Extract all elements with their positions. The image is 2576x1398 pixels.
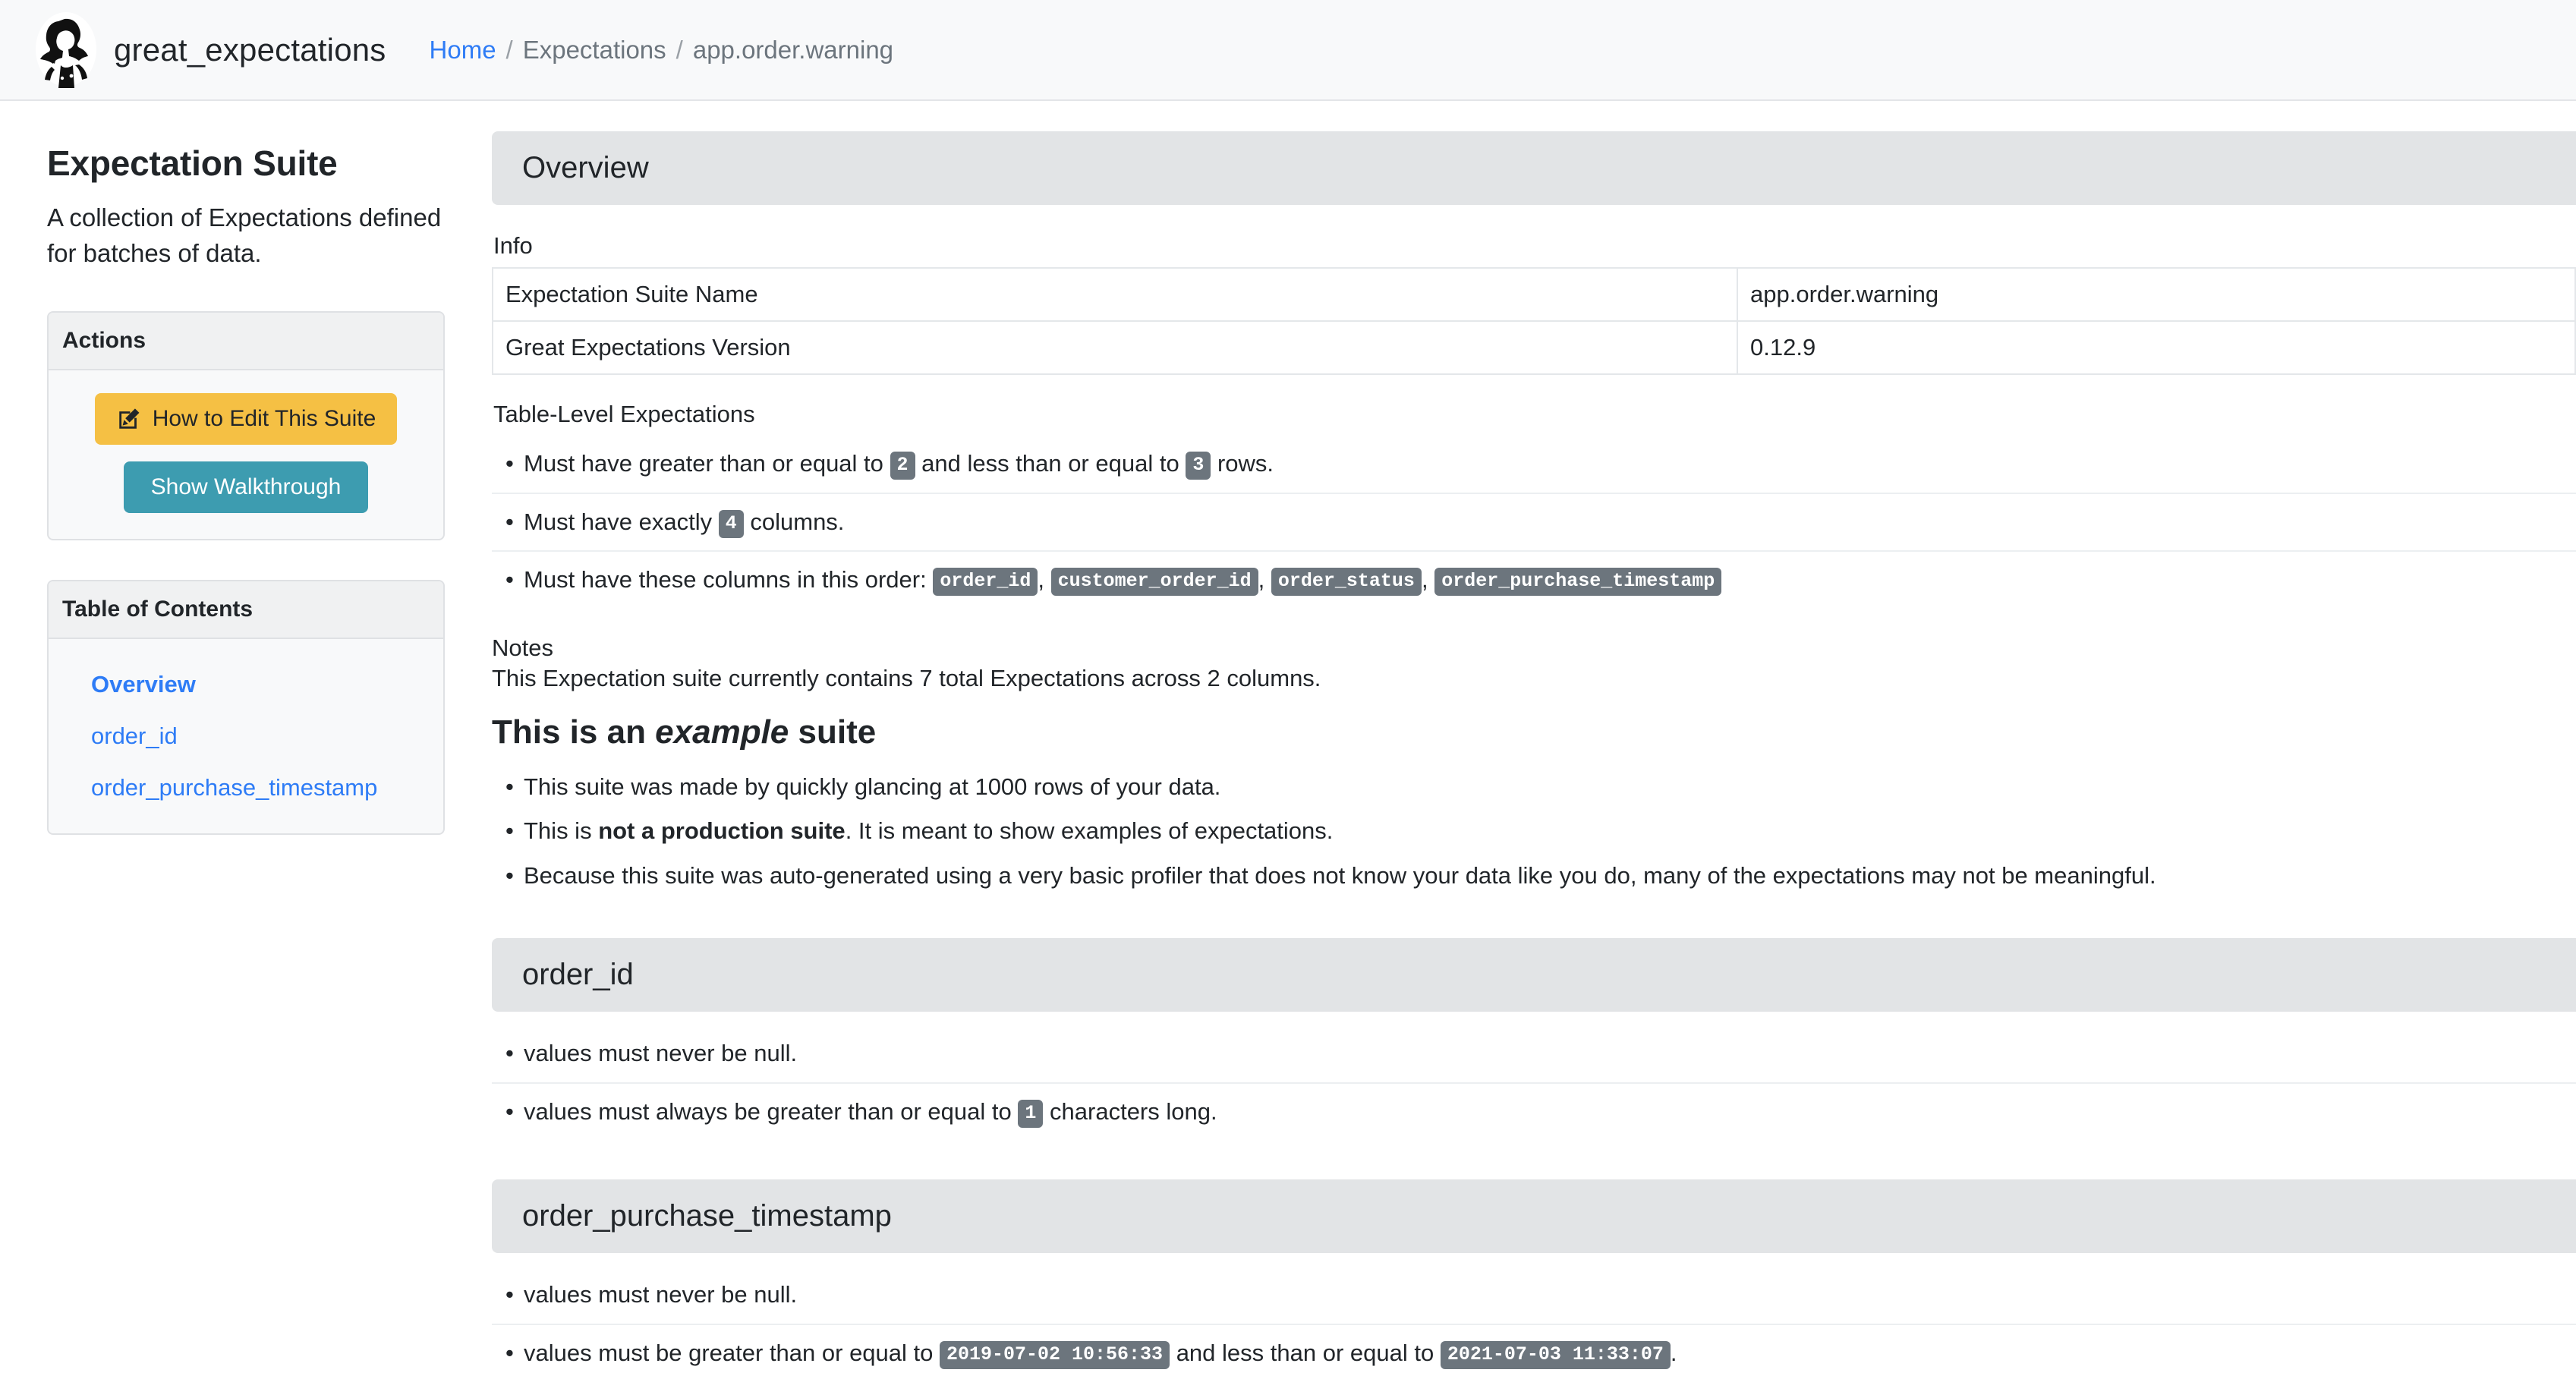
how-to-edit-this-suite-button[interactable]: How to Edit This Suite	[94, 392, 398, 445]
table-level-expectations-list: Must have greater than or equal to 2 and…	[492, 436, 2576, 609]
example-heading-suffix: suite	[789, 713, 877, 751]
comma-2: ,	[1258, 566, 1265, 593]
column-badge-order-purchase-timestamp: order_purchase_timestamp	[1434, 568, 1722, 596]
order-id-section-header: order_id	[492, 938, 2576, 1012]
list-item: values must never be null.	[492, 1025, 2576, 1084]
breadcrumb-current: app.order.warning	[692, 35, 894, 64]
info-table: Expectation Suite Name app.order.warning…	[492, 267, 2576, 375]
list-item: This suite was made by quickly glancing …	[492, 765, 2576, 810]
actions-card-body: How to Edit This Suite Show Walkthrough	[49, 370, 443, 539]
pen-to-square-icon	[118, 408, 140, 429]
row-min-badge: 2	[890, 452, 915, 480]
row-count-middle: and less than or equal to	[921, 450, 1179, 477]
order-purchase-timestamp-section-header: order_purchase_timestamp	[492, 1179, 2576, 1254]
list-item: values must be greater than or equal to …	[492, 1325, 2576, 1382]
example-suite-heading: This is an example suite	[492, 713, 2576, 751]
brand-title: great_expectations	[114, 31, 386, 68]
timestamp-range-suffix: .	[1670, 1339, 1677, 1366]
great-expectations-logo-icon	[36, 12, 96, 88]
page-body: Expectation Suite A collection of Expect…	[0, 101, 2576, 1381]
row-count-prefix: Must have greater than or equal to	[524, 450, 883, 477]
table-of-contents-card: Table of Contents Overview order_id orde…	[47, 579, 445, 835]
list-item: Because this suite was auto-generated us…	[492, 854, 2576, 899]
list-item: values must never be null.	[492, 1267, 2576, 1325]
table-row: Expectation Suite Name app.order.warning	[492, 267, 2576, 322]
table-of-contents-body: Overview order_id order_purchase_timesta…	[49, 639, 443, 833]
list-item: Must have these columns in this order: o…	[492, 552, 2576, 609]
order-purchase-timestamp-expectations-list: values must never be null. values must b…	[492, 1267, 2576, 1381]
column-count-prefix: Must have exactly	[524, 508, 713, 535]
info-label: Info	[493, 232, 533, 259]
toc-item-order-purchase-timestamp[interactable]: order_purchase_timestamp	[64, 762, 428, 814]
column-count-badge: 4	[718, 509, 744, 538]
actions-card-header: Actions	[49, 312, 443, 370]
notes-label: Notes	[492, 634, 553, 661]
top-navbar: great_expectations Home / Expectations /…	[0, 0, 2576, 101]
column-badge-customer-order-id: customer_order_id	[1050, 568, 1258, 596]
table-of-contents-header: Table of Contents	[49, 581, 443, 639]
toc-item-overview[interactable]: Overview	[64, 659, 428, 710]
page-description: A collection of Expectations defined for…	[47, 203, 442, 267]
comma-1: ,	[1038, 566, 1044, 593]
toc-item-order-id[interactable]: order_id	[64, 710, 428, 762]
column-order-prefix: Must have these columns in this order:	[524, 566, 927, 593]
example-heading-emphasis: example	[655, 713, 789, 751]
main-content: Overview Info Expectation Suite Name app…	[492, 101, 2576, 1381]
breadcrumb-separator-2: /	[675, 35, 683, 64]
page-title: Expectation Suite	[47, 143, 338, 183]
how-to-edit-this-suite-label: How to Edit This Suite	[152, 405, 376, 431]
row-count-suffix: rows.	[1217, 450, 1274, 477]
table-row: Great Expectations Version 0.12.9	[492, 320, 2576, 375]
brand[interactable]: great_expectations	[33, 11, 386, 89]
sidebar: Expectation Suite A collection of Expect…	[0, 101, 492, 874]
length-rule-prefix: values must always be greater than or eq…	[524, 1097, 1012, 1125]
column-count-suffix: columns.	[750, 508, 845, 535]
example-heading-prefix: This is an	[492, 713, 656, 751]
notes-text: This Expectation suite currently contain…	[492, 664, 1321, 691]
list-item: values must always be greater than or eq…	[492, 1084, 2576, 1141]
timestamp-range-prefix: values must be greater than or equal to	[524, 1339, 934, 1366]
breadcrumb-section: Expectations	[522, 35, 666, 64]
list-item: Must have exactly 4 columns.	[492, 494, 2576, 552]
column-badge-order-id: order_id	[933, 568, 1038, 596]
actions-card: Actions How to Edit This Suite Show Walk…	[47, 310, 445, 540]
length-rule-suffix: characters long.	[1050, 1097, 1217, 1125]
breadcrumb-separator-1: /	[505, 35, 513, 64]
order-id-expectations-list: values must never be null. values must a…	[492, 1025, 2576, 1140]
production-suite-prefix: This is	[524, 817, 599, 845]
production-suite-suffix: . It is meant to show examples of expect…	[845, 817, 1334, 845]
production-suite-bold: not a production suite	[598, 817, 846, 845]
list-item: This is not a production suite. It is me…	[492, 809, 2576, 854]
info-value-suite-name: app.order.warning	[1737, 267, 2576, 322]
length-min-badge: 1	[1018, 1099, 1044, 1128]
overview-section-header: Overview	[492, 131, 2576, 205]
info-value-ge-version: 0.12.9	[1737, 320, 2576, 375]
table-level-expectations-label: Table-Level Expectations	[493, 401, 755, 427]
timestamp-range-middle: and less than or equal to	[1176, 1339, 1434, 1366]
example-suite-bullets: This suite was made by quickly glancing …	[492, 765, 2576, 899]
show-walkthrough-button[interactable]: Show Walkthrough	[123, 461, 369, 513]
breadcrumb-home-link[interactable]: Home	[430, 36, 496, 65]
column-badge-order-status: order_status	[1271, 568, 1422, 596]
row-max-badge: 3	[1186, 452, 1211, 480]
list-item: Must have greater than or equal to 2 and…	[492, 436, 2576, 494]
info-key-ge-version: Great Expectations Version	[492, 320, 1738, 375]
info-key-suite-name: Expectation Suite Name	[492, 267, 1738, 322]
breadcrumb: Home / Expectations / app.order.warning	[430, 36, 894, 65]
timestamp-min-badge: 2019-07-02 10:56:33	[940, 1340, 1170, 1369]
comma-3: ,	[1421, 566, 1428, 593]
timestamp-max-badge: 2021-07-03 11:33:07	[1440, 1340, 1671, 1369]
